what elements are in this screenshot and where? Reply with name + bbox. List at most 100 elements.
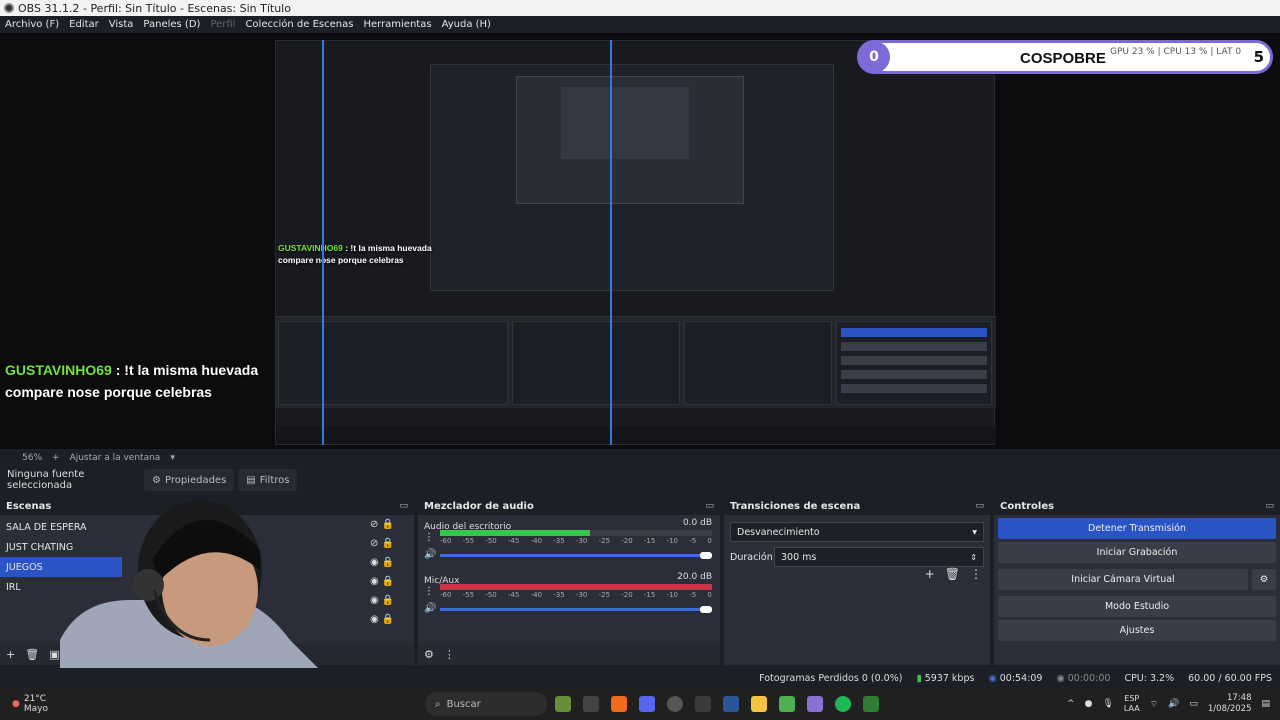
eye-hidden-icon[interactable]: ⊘ 🔒 [370,519,394,530]
taskbar-apps [555,696,879,712]
scale-tick: -5 [689,591,697,599]
add-scene-icon[interactable]: + [6,648,15,661]
duration-spinbox[interactable]: 300 ms ⇕ [774,547,984,567]
channel-db: 0.0 dB [682,518,712,528]
scene-item[interactable]: SALA DE ESPERA [0,517,122,537]
dock-menu-icon[interactable]: ▭ [705,501,714,511]
discord-icon[interactable] [639,696,655,712]
eye-icon[interactable]: ◉ 🔒 [370,557,394,568]
nested-preview-2 [516,76,744,204]
menu-bar: Archivo (F) Editar Vista Paneles (D) Per… [0,16,1280,33]
window-title: OBS 31.1.2 - Perfil: Sin Título - Escena… [18,1,291,15]
microphone-icon[interactable]: 🎙 [1102,699,1113,709]
notification-icon[interactable]: ▤ [1261,699,1270,709]
eye-icon[interactable]: ◉ 🔒 [370,576,394,587]
preview-canvas[interactable]: GUSTAVINHO69 : !t la misma huevada compar… [275,40,996,445]
menu-archivo[interactable]: Archivo (F) [5,19,59,30]
kebab-icon[interactable]: ⋮ [424,532,434,543]
tray-app-icon[interactable]: ● [1085,699,1093,709]
properties-button[interactable]: ⚙ Propiedades [144,469,235,491]
menu-perfil[interactable]: Perfil [210,19,235,30]
app-icon[interactable] [555,696,571,712]
preview-area[interactable]: GUSTAVINHO69 : !t la misma huevada compar… [0,33,1280,449]
volume-icon[interactable]: 🔊 [424,603,436,614]
add-transition-icon[interactable]: + [925,567,935,581]
wifi-icon[interactable]: ⌔ [1150,699,1158,710]
volume-slider[interactable] [440,552,712,559]
stop-stream-button[interactable]: Detener Transmisión [998,518,1276,539]
language-indicator[interactable]: ESP LAA [1124,694,1140,714]
volume-knob[interactable] [700,606,712,613]
battery-icon[interactable]: ▭ [1189,699,1198,709]
app-icon[interactable] [863,696,879,712]
task-view-icon[interactable] [583,696,599,712]
spin-arrows-icon[interactable]: ⇕ [970,553,977,562]
studio-mode-button[interactable]: Modo Estudio [998,596,1276,617]
weather-widget[interactable]: ● 21°C Mayo [0,694,120,714]
start-recording-button[interactable]: Iniciar Grabación [998,542,1276,563]
zoom-plus-icon[interactable]: + [52,453,60,463]
filters-button[interactable]: ▤ Filtros [238,469,298,491]
nested-btn [841,370,987,379]
volume-knob[interactable] [700,552,712,559]
clock[interactable]: 17:48 1/08/2025 [1208,693,1252,715]
kebab-icon[interactable]: ⋮ [444,648,455,661]
cpu-usage: CPU: 3.2% [1124,672,1175,684]
level-meter [440,530,712,536]
chevron-down-icon[interactable]: ▾ [170,453,175,463]
brave-icon[interactable] [611,696,627,712]
eye-icon[interactable]: ◉ 🔒 [370,595,394,606]
menu-vista[interactable]: Vista [109,19,134,30]
chevron-up-icon[interactable]: ^ [1067,699,1075,709]
word-icon[interactable] [723,696,739,712]
scale-tick: -25 [598,591,611,599]
start-virtual-cam-button[interactable]: Iniciar Cámara Virtual [998,569,1248,590]
mixer-dock-header: Mezclador de audio ▭ [418,497,720,515]
kebab-icon[interactable]: ⋮ [970,567,982,581]
remove-transition-icon[interactable]: 🗑 [945,567,960,581]
weather-icon: ● [12,699,20,709]
remove-scene-icon[interactable]: 🗑 [25,648,39,661]
dock-menu-icon[interactable]: ▭ [975,501,984,511]
menu-coleccion-escenas[interactable]: Colección de Escenas [245,19,353,30]
selection-edge-right[interactable] [610,40,612,445]
selection-edge-left[interactable] [322,40,324,445]
settings-button[interactable]: Ajustes [998,620,1276,641]
menu-editar[interactable]: Editar [69,19,99,30]
scale-tick: -35 [553,537,565,545]
scene-item[interactable]: JUST CHATING [0,537,122,557]
virtual-cam-settings-icon[interactable]: ⚙ [1252,569,1276,590]
minecraft-icon[interactable] [779,696,795,712]
dock-menu-icon[interactable]: ▭ [399,501,408,511]
filter-scene-icon[interactable]: ▣ [49,648,59,661]
zoom-fit[interactable]: Ajustar a la ventana [70,453,161,463]
taskbar-search[interactable]: ⌕ Buscar [425,692,547,716]
app-icon[interactable] [807,696,823,712]
spotify-icon[interactable] [835,696,851,712]
menu-herramientas[interactable]: Herramientas [363,19,431,30]
menu-paneles[interactable]: Paneles (D) [143,19,200,30]
obs-icon[interactable] [667,696,683,712]
zoom-percent[interactable]: 56% [22,453,42,463]
scale-tick: 0 [707,537,712,545]
kebab-icon[interactable]: ⋮ [424,586,434,597]
advanced-audio-icon[interactable]: ⚙ [424,648,434,661]
nested-btn [841,328,987,337]
status-bar: Fotogramas Perdidos 0 (0.0%) ▮ 5937 kbps… [0,668,1280,688]
scale-tick: -35 [553,591,565,599]
dock-menu-icon[interactable]: ▭ [1265,501,1274,511]
transition-select[interactable]: Desvanecimiento ▾ [730,522,984,542]
nested-chat-message: GUSTAVINHO69 : !t la misma huevada compar… [278,243,432,265]
eye-hidden-icon[interactable]: ⊘ 🔒 [370,538,394,549]
volume-slider[interactable] [440,606,712,613]
folder-icon[interactable] [751,696,767,712]
scene-item-active[interactable]: JUEGOS [0,557,122,577]
scene-item[interactable]: IRL [0,577,122,597]
scale-tick: -5 [689,537,697,545]
duration-row: Duración 300 ms ⇕ [730,546,984,568]
speaker-icon[interactable]: 🔊 [1168,699,1179,709]
menu-ayuda[interactable]: Ayuda (H) [442,19,491,30]
volume-icon[interactable]: 🔊 [424,549,436,560]
eye-icon[interactable]: ◉ 🔒 [370,614,394,625]
xbox-icon[interactable] [695,696,711,712]
